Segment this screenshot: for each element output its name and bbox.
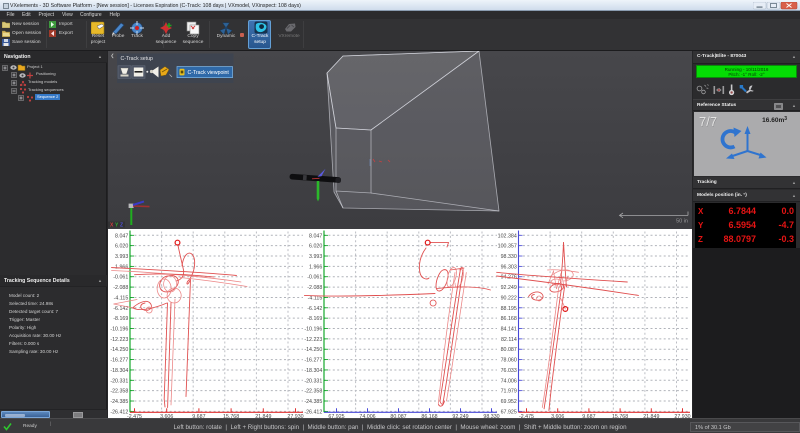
svg-text:8.047: 8.047	[115, 233, 128, 239]
svg-text:78.060: 78.060	[501, 358, 517, 364]
svg-text:C-Track setup: C-Track setup	[121, 56, 153, 62]
svg-text:76.033: 76.033	[501, 368, 517, 374]
svg-text:-10.196: -10.196	[110, 327, 128, 333]
svg-text:80.087: 80.087	[501, 347, 517, 353]
svg-text:8.047: 8.047	[309, 233, 322, 239]
svg-text:-16.277: -16.277	[110, 358, 128, 364]
svg-text:-20.331: -20.331	[304, 378, 322, 384]
svg-text:-8.169: -8.169	[113, 316, 128, 322]
svg-text:86.168: 86.168	[501, 316, 517, 322]
svg-text:-12.223: -12.223	[304, 337, 322, 343]
svg-text:50 in: 50 in	[676, 219, 688, 225]
svg-text:74.006: 74.006	[501, 378, 517, 384]
svg-text:-26.412: -26.412	[110, 409, 128, 415]
svg-text:90.222: 90.222	[501, 295, 517, 301]
svg-text:C-Track viewpoint: C-Track viewpoint	[188, 70, 230, 76]
svg-text:3.993: 3.993	[115, 254, 128, 260]
svg-text:84.141: 84.141	[501, 327, 517, 333]
svg-text:-0.061: -0.061	[113, 275, 128, 281]
svg-text:-18.304: -18.304	[110, 368, 128, 374]
svg-text:96.303: 96.303	[501, 264, 517, 270]
svg-text:-24.385: -24.385	[110, 399, 128, 405]
svg-text:100.357: 100.357	[498, 244, 517, 250]
svg-text:-22.358: -22.358	[304, 389, 322, 395]
svg-text:-20.331: -20.331	[110, 378, 128, 384]
svg-text:-6.142: -6.142	[307, 306, 322, 312]
svg-text:-26.412: -26.412	[304, 409, 322, 415]
svg-text:102.384: 102.384	[498, 233, 517, 239]
svg-text:67.925: 67.925	[501, 409, 517, 415]
svg-text:-2.088: -2.088	[307, 285, 322, 291]
svg-text:-10.196: -10.196	[304, 327, 322, 333]
svg-text:98.330: 98.330	[501, 254, 517, 260]
svg-text:-14.250: -14.250	[110, 347, 128, 353]
svg-text:-16.277: -16.277	[304, 358, 322, 364]
svg-text:92.249: 92.249	[501, 285, 517, 291]
svg-text:-24.385: -24.385	[304, 399, 322, 405]
svg-text:-18.304: -18.304	[304, 368, 322, 374]
svg-text:88.195: 88.195	[501, 306, 517, 312]
svg-text:-14.250: -14.250	[304, 347, 322, 353]
svg-text:-0.061: -0.061	[307, 275, 322, 281]
svg-text:69.952: 69.952	[501, 399, 517, 405]
svg-text:1.966: 1.966	[309, 264, 322, 270]
svg-text:-12.223: -12.223	[110, 337, 128, 343]
svg-text:-4.115: -4.115	[308, 295, 323, 301]
svg-text:6.020: 6.020	[115, 244, 128, 250]
svg-text:-22.358: -22.358	[110, 389, 128, 395]
svg-text:Z: Z	[120, 223, 123, 229]
svg-text:82.114: 82.114	[501, 337, 517, 343]
svg-text:-2.088: -2.088	[113, 285, 128, 291]
svg-text:3.993: 3.993	[309, 254, 322, 260]
svg-text:71.979: 71.979	[501, 389, 517, 395]
svg-text:-4.115: -4.115	[114, 295, 129, 301]
svg-text:6.020: 6.020	[309, 244, 322, 250]
svg-text:-8.169: -8.169	[307, 316, 322, 322]
